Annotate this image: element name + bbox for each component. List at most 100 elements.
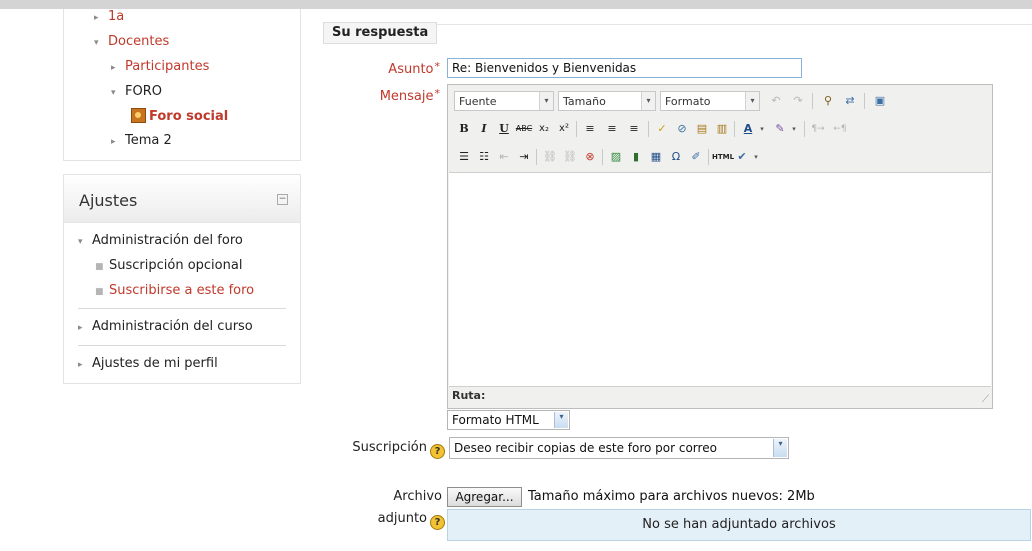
settings-item-profile[interactable]: ▸ Ajustes de mi perfil bbox=[78, 356, 218, 371]
expand-arrow-icon: ▸ bbox=[78, 360, 83, 370]
text-color-icon[interactable]: A bbox=[738, 119, 758, 139]
find-icon[interactable]: ⚲ bbox=[818, 91, 838, 111]
bullet-icon: ■ bbox=[95, 262, 104, 272]
ltr-icon[interactable]: ¶→ bbox=[808, 119, 828, 139]
nav-item-1a[interactable]: ▸ 1a bbox=[94, 9, 124, 24]
nav-item-foro[interactable]: ▾ FORO bbox=[111, 84, 162, 99]
settings-item-optional-subscription[interactable]: ■ Suscripción opcional bbox=[95, 258, 242, 273]
resize-grip-icon[interactable]: ⟋ bbox=[982, 394, 989, 405]
no-files-message: No se han adjuntado archivos bbox=[642, 517, 836, 532]
spellcheck-icon[interactable]: ✔ bbox=[732, 147, 752, 167]
help-icon[interactable]: ? bbox=[430, 515, 445, 530]
html-editor: Fuente ▾ Tamaño ▾ Formato ▾ ↶ ↷ ⚲ ⇄ ▣ B I U… bbox=[447, 84, 993, 409]
help-icon[interactable]: ? bbox=[430, 444, 445, 459]
editor-content-area[interactable] bbox=[449, 172, 991, 387]
edit-icon[interactable]: ✐ bbox=[686, 147, 706, 167]
unlink-icon[interactable]: ⛓ bbox=[560, 147, 580, 167]
settings-block: Ajustes − ▾ Administración del foro ■ Susc… bbox=[63, 174, 301, 384]
dropdown-icon: ▾ bbox=[539, 92, 553, 110]
editor-toolbar-row-3: ☰ ☷ ⇤ ⇥ ⛓ ⛓ ⊗ ▨ ▮ ▦ Ω ✐ HTML ✔ ▾ bbox=[454, 147, 984, 169]
divider bbox=[78, 345, 286, 346]
dropdown-icon[interactable]: ▾ bbox=[756, 119, 768, 139]
editor-toolbar-row-1: Fuente ▾ Tamaño ▾ Formato ▾ ↶ ↷ ⚲ ⇄ ▣ bbox=[454, 91, 984, 113]
max-file-size-text: Tamaño máximo para archivos nuevos: 2Mb bbox=[528, 489, 815, 504]
subscript-icon[interactable]: x₂ bbox=[534, 119, 554, 139]
toolbar-separator bbox=[602, 149, 603, 165]
replace-icon[interactable]: ⇄ bbox=[840, 91, 860, 111]
expand-arrow-icon: ▸ bbox=[94, 13, 99, 23]
dropdown-icon: ▾ bbox=[773, 439, 787, 457]
format-select[interactable]: Formato ▾ bbox=[660, 91, 760, 111]
superscript-icon[interactable]: x² bbox=[554, 119, 574, 139]
align-center-icon[interactable]: ≡ bbox=[602, 119, 622, 139]
settings-item-course-admin[interactable]: ▸ Administración del curso bbox=[78, 319, 253, 334]
align-right-icon[interactable]: ≡ bbox=[624, 119, 644, 139]
add-file-button[interactable]: Agregar... bbox=[447, 487, 522, 507]
settings-item-subscribe[interactable]: ■ Suscribirse a este foro bbox=[95, 283, 254, 298]
font-size-select[interactable]: Tamaño ▾ bbox=[558, 91, 656, 111]
collapse-arrow-icon: ▾ bbox=[111, 88, 116, 98]
toolbar-separator bbox=[708, 149, 709, 165]
attached-files-area[interactable]: No se han adjuntado archivos bbox=[447, 509, 1031, 541]
required-icon: * bbox=[434, 87, 441, 100]
navigation-block: ▸ 1a ▾ Docentes ▸ Participantes ▾ FORO Foro … bbox=[63, 9, 301, 161]
toolbar-separator bbox=[864, 93, 865, 109]
special-char-icon[interactable]: Ω bbox=[666, 147, 686, 167]
collapse-block-icon[interactable]: − bbox=[277, 194, 288, 205]
toolbar-separator bbox=[812, 93, 813, 109]
fieldset-legend: Su respuesta bbox=[323, 22, 438, 44]
dropdown-icon[interactable]: ▾ bbox=[750, 147, 762, 167]
dropdown-icon: ▾ bbox=[745, 92, 759, 110]
toolbar-separator bbox=[536, 149, 537, 165]
bullet-list-icon[interactable]: ☰ bbox=[454, 147, 474, 167]
outdent-icon[interactable]: ⇤ bbox=[494, 147, 514, 167]
divider bbox=[78, 308, 286, 309]
subject-input[interactable] bbox=[447, 58, 802, 78]
font-family-select[interactable]: Fuente ▾ bbox=[454, 91, 554, 111]
paste-word-icon[interactable]: ▥ bbox=[712, 119, 732, 139]
dropdown-icon[interactable]: ▾ bbox=[788, 119, 800, 139]
nav-item-participantes[interactable]: ▸ Participantes bbox=[111, 59, 209, 74]
strikethrough-icon[interactable]: ABC bbox=[514, 119, 534, 139]
italic-icon[interactable]: I bbox=[474, 119, 494, 139]
image-icon[interactable]: ▨ bbox=[606, 147, 626, 167]
link-icon[interactable]: ⛓ bbox=[540, 147, 560, 167]
settings-item-forum-admin[interactable]: ▾ Administración del foro bbox=[78, 233, 243, 248]
toolbar-separator bbox=[804, 121, 805, 137]
collapse-arrow-icon: ▾ bbox=[94, 38, 99, 48]
nav-item-tema-2[interactable]: ▸ Tema 2 bbox=[111, 133, 172, 148]
align-left-icon[interactable]: ≡ bbox=[580, 119, 600, 139]
message-label: Mensaje* bbox=[379, 87, 441, 104]
editor-toolbar-row-2: B I U ABC x₂ x² ≡ ≡ ≡ ✓ ⊘ ▤ ▥ A ▾ ✎ ▾ ¶→… bbox=[454, 119, 984, 141]
paste-text-icon[interactable]: ▤ bbox=[692, 119, 712, 139]
media-icon[interactable]: ▮ bbox=[626, 147, 646, 167]
text-format-select[interactable]: Formato HTML ▾ bbox=[447, 410, 570, 430]
table-icon[interactable]: ▦ bbox=[646, 147, 666, 167]
clean-format-icon[interactable]: ✓ bbox=[652, 119, 672, 139]
attachment-label-line2: adjunto? bbox=[355, 511, 445, 530]
settings-header: Ajustes − bbox=[64, 175, 300, 223]
fullscreen-icon[interactable]: ▣ bbox=[870, 91, 890, 111]
nav-item-foro-social[interactable]: Foro social bbox=[131, 108, 228, 124]
bold-icon[interactable]: B bbox=[454, 119, 474, 139]
bullet-icon: ■ bbox=[95, 287, 104, 297]
undo-icon[interactable]: ↶ bbox=[766, 91, 786, 111]
top-bar bbox=[0, 0, 1032, 9]
html-source-icon[interactable]: HTML bbox=[712, 147, 734, 167]
required-icon: * bbox=[434, 60, 441, 73]
editor-path-label: Ruta: bbox=[452, 389, 486, 402]
remove-format-icon[interactable]: ⊘ bbox=[672, 119, 692, 139]
rtl-icon[interactable]: ←¶ bbox=[830, 119, 850, 139]
numbered-list-icon[interactable]: ☷ bbox=[474, 147, 494, 167]
expand-arrow-icon: ▸ bbox=[111, 137, 116, 147]
indent-icon[interactable]: ⇥ bbox=[514, 147, 534, 167]
subscription-select[interactable]: Deseo recibir copias de este foro por co… bbox=[449, 437, 789, 459]
subject-label: Asunto* bbox=[388, 60, 441, 77]
expand-arrow-icon: ▸ bbox=[111, 63, 116, 73]
toolbar-separator bbox=[576, 121, 577, 137]
redo-icon[interactable]: ↷ bbox=[788, 91, 808, 111]
highlight-color-icon[interactable]: ✎ bbox=[770, 119, 790, 139]
nolink-icon[interactable]: ⊗ bbox=[580, 147, 600, 167]
nav-item-docentes[interactable]: ▾ Docentes bbox=[94, 34, 169, 49]
underline-icon[interactable]: U bbox=[494, 119, 514, 139]
